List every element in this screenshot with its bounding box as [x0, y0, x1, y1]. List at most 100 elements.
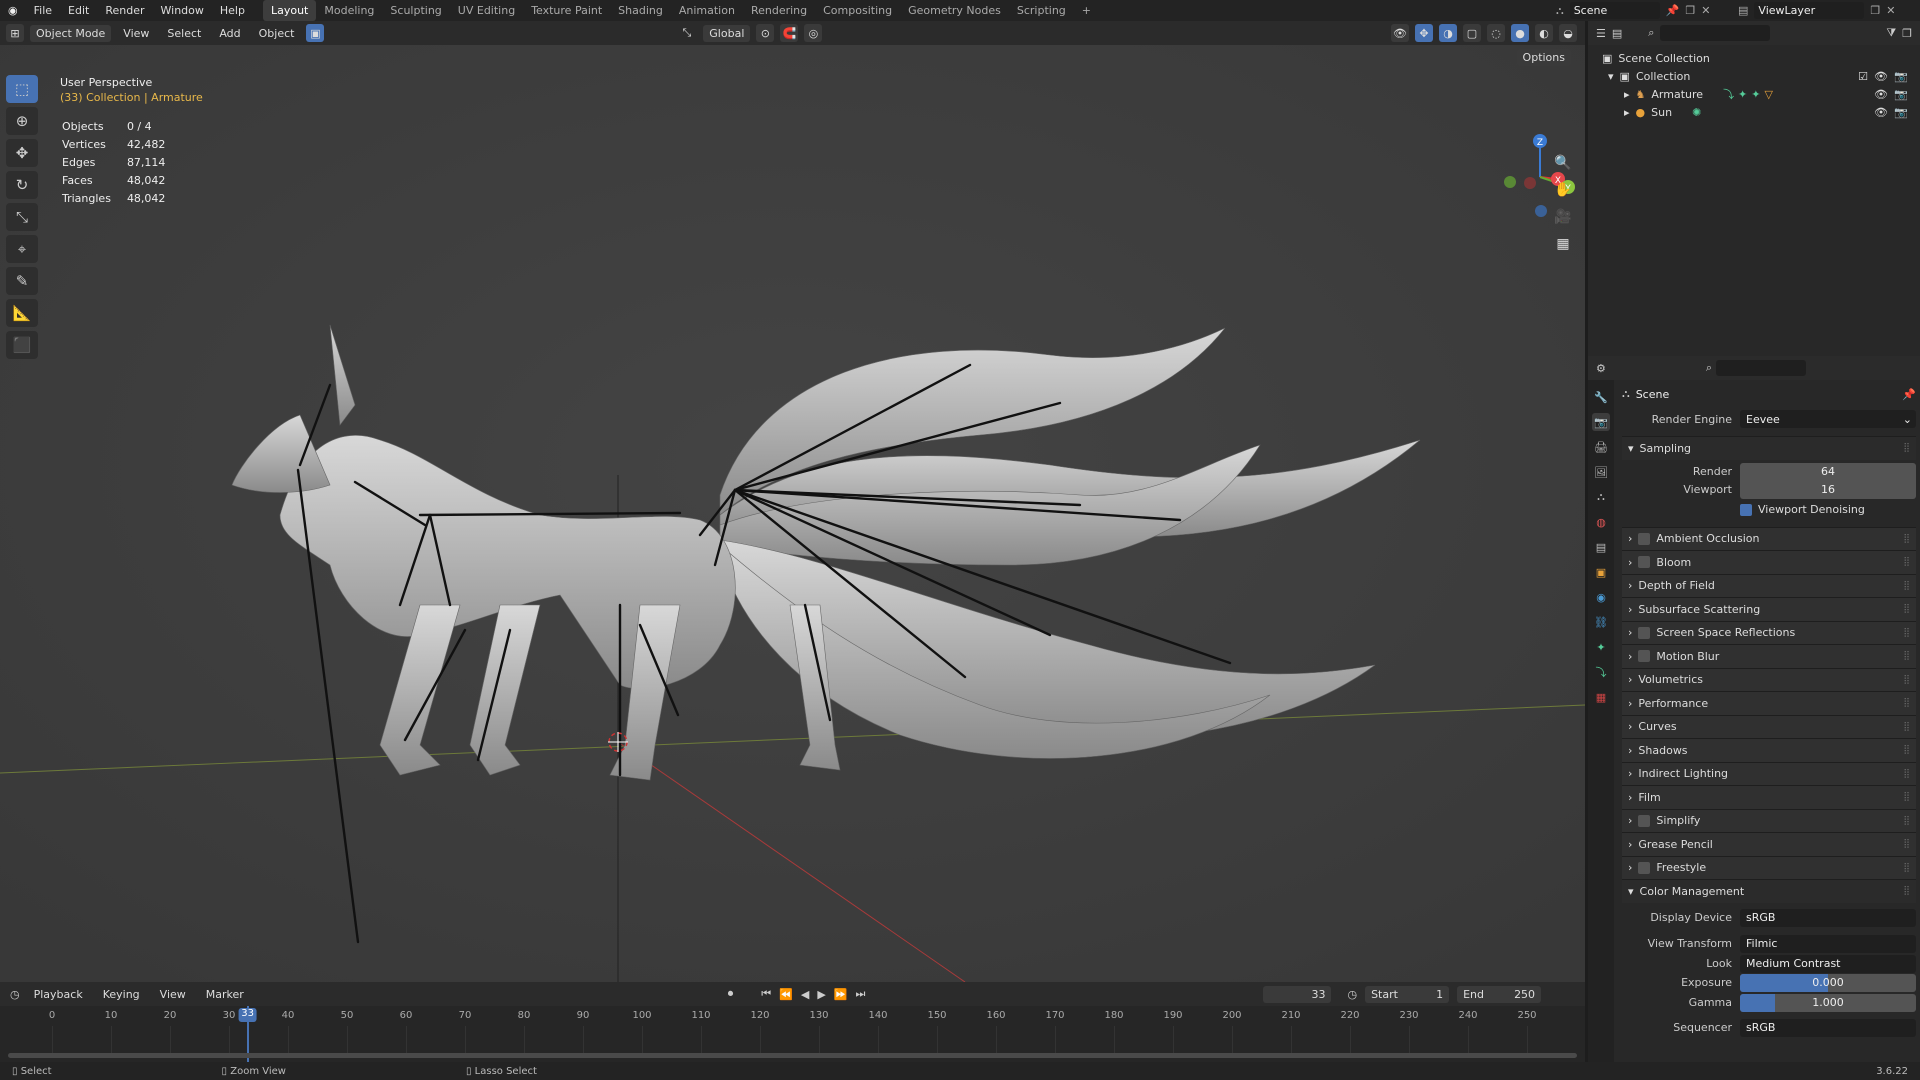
close-icon[interactable]: ✕ — [1701, 4, 1710, 17]
gizmo-toggle-icon[interactable]: ▣ — [306, 24, 325, 42]
drag-handle-icon[interactable]: ⣿ — [1903, 651, 1910, 661]
start-frame-field[interactable]: Start 1 — [1365, 985, 1450, 1003]
checkbox-icon[interactable]: ☑ — [1858, 70, 1868, 83]
tab-animation[interactable]: Animation — [671, 0, 743, 21]
panel-film[interactable]: › Film ⣿ — [1622, 785, 1916, 809]
texture-tab-icon[interactable]: ▦ — [1592, 688, 1610, 706]
new-view-layer-icon[interactable]: ❐ — [1870, 4, 1880, 17]
drag-handle-icon[interactable]: ⣿ — [1903, 722, 1910, 732]
render-tab-icon[interactable]: 📷 — [1592, 413, 1610, 431]
panel-subsurface-scattering[interactable]: › Subsurface Scattering ⣿ — [1622, 597, 1916, 621]
outliner-item-sun[interactable]: ▸ ● Sun ✺ 👁 📷 — [1596, 103, 1912, 121]
panel-simplify[interactable]: › Simplify ⣿ — [1622, 808, 1916, 832]
panel-enable-checkbox[interactable] — [1638, 650, 1651, 663]
pin-icon[interactable]: 📌 — [1666, 4, 1680, 17]
object-tab-icon[interactable]: ▣ — [1592, 563, 1610, 581]
output-tab-icon[interactable]: 🖨 — [1592, 438, 1610, 456]
menu-help[interactable]: Help — [212, 0, 253, 21]
camera-icon[interactable]: 📷 — [1894, 88, 1908, 101]
scene-selector[interactable]: Scene — [1569, 2, 1660, 19]
outliner-collection[interactable]: ▾ ▣ Collection ☑ 👁 📷 — [1596, 67, 1912, 85]
tab-sculpting[interactable]: Sculpting — [382, 0, 449, 21]
drag-handle-icon[interactable]: ⣿ — [1903, 581, 1910, 591]
camera-icon[interactable]: 📷 — [1894, 106, 1908, 119]
panel-ambient-occlusion[interactable]: › Ambient Occlusion ⣿ — [1622, 526, 1916, 550]
drag-handle-icon[interactable]: ⣿ — [1903, 698, 1910, 708]
select-box-tool-icon[interactable]: ⬚ — [6, 75, 38, 103]
camera-icon[interactable]: 📷 — [1894, 70, 1908, 83]
menu-file[interactable]: File — [26, 0, 60, 21]
panel-enable-checkbox[interactable] — [1638, 861, 1651, 874]
jump-end-icon[interactable]: ⏭ — [856, 987, 866, 1001]
exposure-slider[interactable]: 0.000 — [1740, 973, 1916, 992]
menu-marker[interactable]: Marker — [200, 988, 250, 1001]
expand-arrow-icon[interactable]: ▸ — [1624, 88, 1630, 101]
menu-keying[interactable]: Keying — [97, 988, 146, 1001]
pan-hand-icon[interactable]: ✋ — [1550, 177, 1576, 203]
add-cube-tool-icon[interactable]: ⬛ — [6, 331, 38, 359]
options-button[interactable]: Options — [1516, 49, 1571, 66]
menu-add[interactable]: Add — [213, 27, 246, 40]
collection-tab-icon[interactable]: ▤ — [1592, 538, 1610, 556]
prev-keyframe-icon[interactable]: ⏪ — [779, 988, 793, 1001]
overlays-icon[interactable]: ◑ — [1439, 24, 1457, 42]
drag-handle-icon[interactable]: ⣿ — [1903, 792, 1910, 802]
drag-handle-icon[interactable]: ⣿ — [1903, 604, 1910, 614]
tab-geometry-nodes[interactable]: Geometry Nodes — [900, 0, 1009, 21]
look-dropdown[interactable]: Medium Contrast — [1740, 954, 1916, 973]
view-layer-selector[interactable]: ViewLayer — [1754, 2, 1865, 19]
viewport-denoising-checkbox[interactable] — [1740, 503, 1752, 516]
move-tool-icon[interactable]: ✥ — [6, 139, 38, 167]
viewport-samples-field[interactable]: 16 — [1740, 480, 1916, 499]
clock-icon[interactable]: ◷ — [1347, 988, 1357, 1001]
render-engine-dropdown[interactable]: Eevee ⌄ — [1740, 410, 1916, 428]
material-shading-icon[interactable]: ◐ — [1535, 24, 1553, 42]
drag-handle-icon[interactable]: ⣿ — [1903, 745, 1910, 755]
eye-icon[interactable]: 👁 — [1874, 70, 1888, 83]
add-workspace-button[interactable]: + — [1074, 0, 1099, 21]
display-mode-icon[interactable]: ▤ — [1612, 27, 1622, 40]
panel-indirect-lighting[interactable]: › Indirect Lighting ⣿ — [1622, 761, 1916, 785]
annotate-tool-icon[interactable]: ✎ — [6, 267, 38, 295]
zoom-icon[interactable]: 🔍 — [1550, 150, 1576, 176]
mode-dropdown[interactable]: Object Mode — [30, 24, 112, 42]
menu-object[interactable]: Object — [253, 27, 301, 40]
tab-compositing[interactable]: Compositing — [815, 0, 900, 21]
blender-logo-icon[interactable]: ◉ — [0, 0, 26, 21]
camera-view-icon[interactable]: 🎥 — [1550, 204, 1576, 230]
drag-handle-icon[interactable]: ⣿ — [1903, 628, 1910, 638]
physics-tab-icon[interactable]: ◉ — [1592, 588, 1610, 606]
search-icon[interactable]: ⌕ — [1706, 361, 1712, 375]
eye-icon[interactable]: 👁 — [1874, 106, 1888, 119]
end-frame-field[interactable]: End 250 — [1457, 985, 1542, 1003]
constraints-tab-icon[interactable]: ⛓ — [1592, 613, 1610, 631]
tab-shading[interactable]: Shading — [610, 0, 671, 21]
scale-tool-icon[interactable]: ⤡ — [6, 203, 38, 231]
panel-curves[interactable]: › Curves ⣿ — [1622, 714, 1916, 738]
panel-color-management[interactable]: ▾ Color Management ⣿ — [1622, 879, 1916, 903]
outliner-scene-collection[interactable]: ▣ Scene Collection — [1596, 49, 1912, 67]
wireframe-shading-icon[interactable]: ◌ — [1487, 24, 1505, 42]
tab-scripting[interactable]: Scripting — [1009, 0, 1074, 21]
panel-grease-pencil[interactable]: › Grease Pencil ⣿ — [1622, 832, 1916, 856]
editor-type-icon[interactable]: ⚙ — [1596, 362, 1606, 375]
menu-select[interactable]: Select — [161, 27, 207, 40]
menu-view[interactable]: View — [154, 988, 192, 1001]
show-gizmo-icon[interactable]: ✥ — [1415, 24, 1433, 42]
solid-shading-icon[interactable]: ● — [1511, 24, 1529, 42]
tab-layout[interactable]: Layout — [262, 0, 317, 21]
menu-window[interactable]: Window — [153, 0, 212, 21]
tab-modeling[interactable]: Modeling — [316, 0, 382, 21]
current-frame-field[interactable]: 33 — [1263, 985, 1332, 1003]
panel-enable-checkbox[interactable] — [1638, 814, 1651, 827]
filter-icon[interactable]: ⧩ — [1886, 26, 1896, 40]
record-icon[interactable]: ⏺ — [728, 987, 734, 1001]
outliner-search-input[interactable] — [1660, 25, 1771, 41]
rotate-tool-icon[interactable]: ↻ — [6, 171, 38, 199]
perspective-grid-icon[interactable]: ▦ — [1550, 231, 1576, 257]
tab-uv-editing[interactable]: UV Editing — [450, 0, 523, 21]
panel-enable-checkbox[interactable] — [1638, 532, 1651, 545]
panel-enable-checkbox[interactable] — [1638, 556, 1651, 569]
next-keyframe-icon[interactable]: ⏩ — [834, 988, 848, 1001]
measure-tool-icon[interactable]: 📐 — [6, 299, 38, 327]
